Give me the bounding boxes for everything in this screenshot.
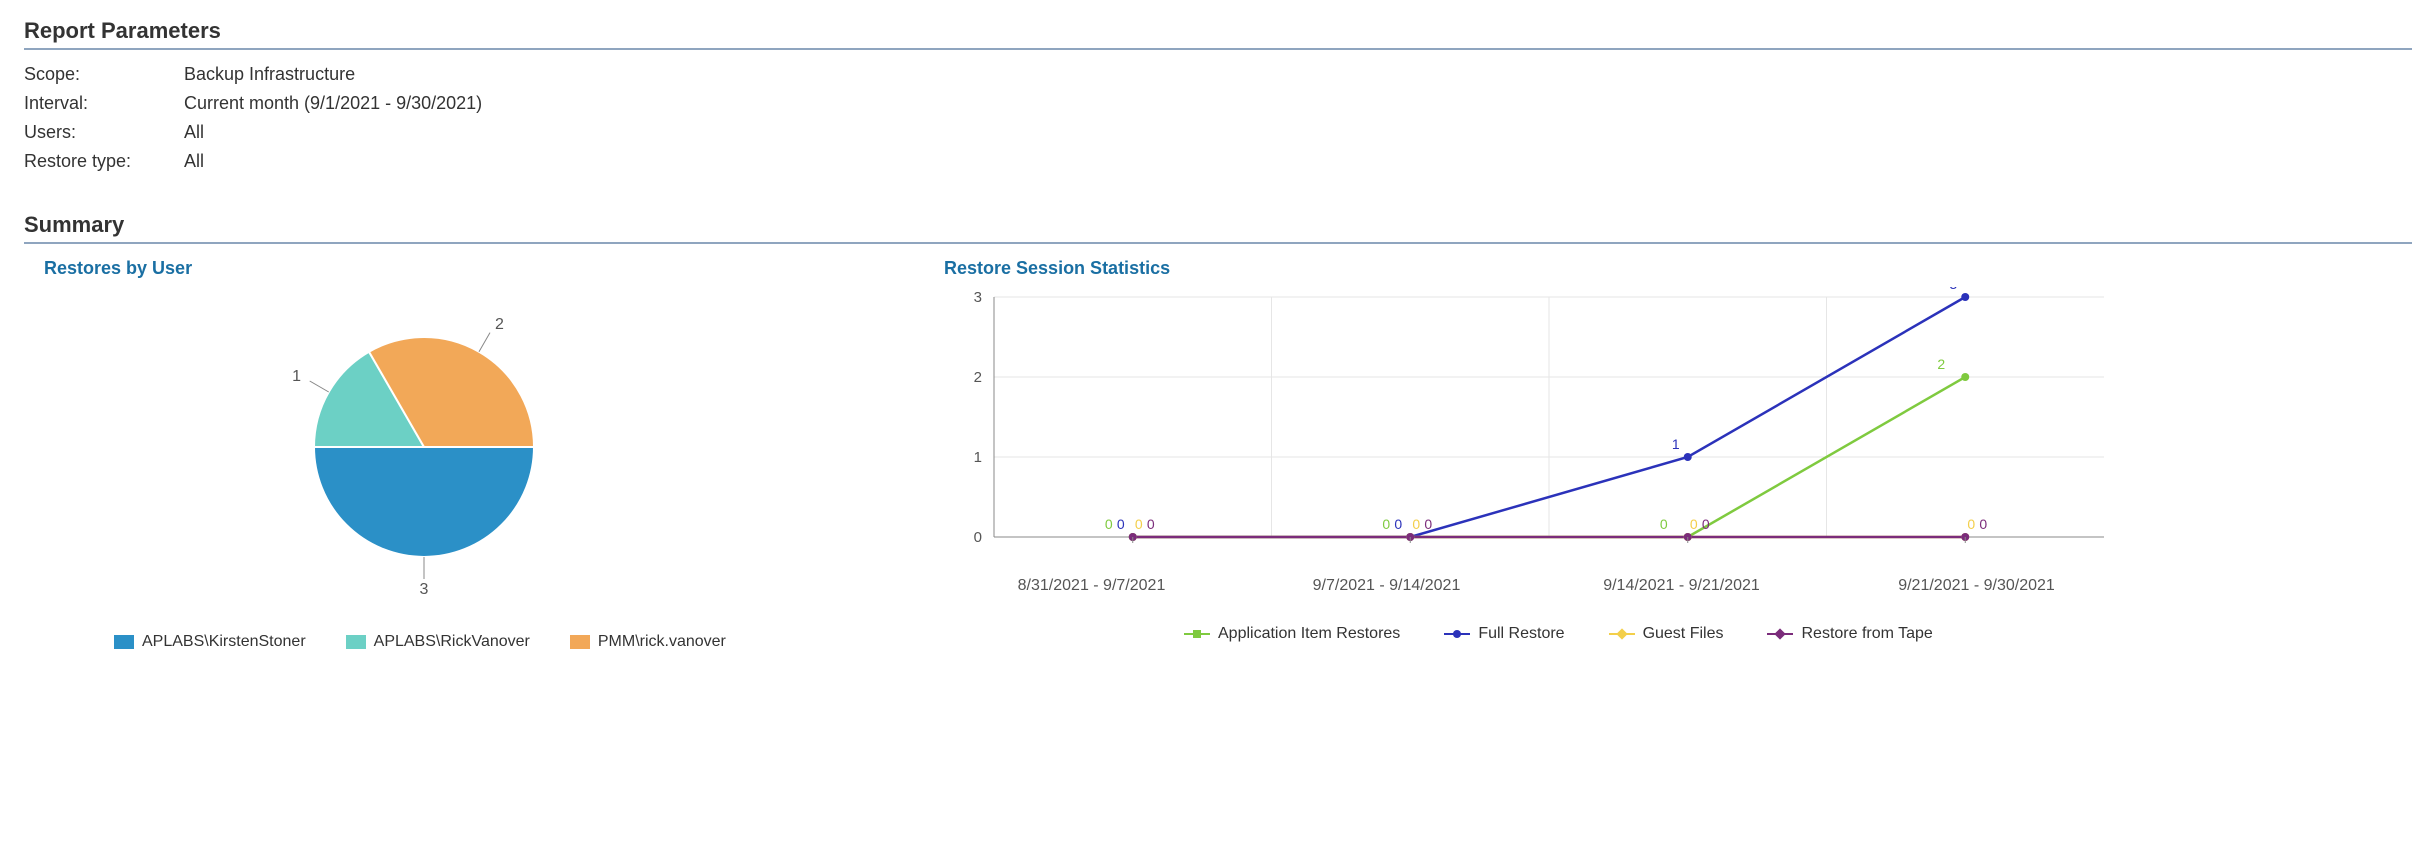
svg-text:0: 0	[1135, 516, 1143, 532]
param-label: Interval:	[24, 93, 184, 114]
svg-text:2: 2	[495, 316, 504, 333]
legend-item: APLABS\KirstenStoner	[114, 633, 306, 651]
svg-text:0: 0	[1979, 516, 1987, 532]
svg-text:1: 1	[974, 449, 982, 466]
param-row: Scope: Backup Infrastructure	[24, 60, 2412, 89]
legend-label: Restore from Tape	[1801, 625, 1932, 643]
param-row: Interval: Current month (9/1/2021 - 9/30…	[24, 89, 2412, 118]
svg-text:0: 0	[1660, 516, 1668, 532]
x-axis-label: 8/31/2021 - 9/7/2021	[944, 567, 1239, 595]
param-value: Current month (9/1/2021 - 9/30/2021)	[184, 93, 482, 114]
legend-label: Guest Files	[1643, 625, 1724, 643]
restores-by-user-title: Restores by User	[24, 258, 924, 287]
legend-swatch	[1184, 627, 1210, 641]
summary-heading: Summary	[24, 206, 2412, 244]
svg-text:2: 2	[1937, 356, 1945, 372]
svg-text:0: 0	[1105, 516, 1113, 532]
svg-text:0: 0	[974, 529, 982, 546]
legend-item: PMM\rick.vanover	[570, 633, 726, 651]
restore-session-stats-title: Restore Session Statistics	[924, 258, 2324, 287]
legend-swatch	[570, 635, 590, 649]
svg-text:3: 3	[974, 289, 982, 306]
legend-item: Guest Files	[1609, 625, 1724, 643]
param-value: Backup Infrastructure	[184, 64, 355, 85]
svg-text:1: 1	[292, 368, 301, 385]
param-row: Users: All	[24, 118, 2412, 147]
legend-label: APLABS\KirstenStoner	[142, 633, 306, 651]
legend-label: Application Item Restores	[1218, 625, 1400, 643]
param-value: All	[184, 122, 204, 143]
svg-text:3: 3	[420, 581, 429, 598]
svg-text:0: 0	[1147, 516, 1155, 532]
report-parameters-block: Scope: Backup Infrastructure Interval: C…	[24, 60, 2412, 176]
svg-text:0: 0	[1382, 516, 1390, 532]
svg-text:0: 0	[1412, 516, 1420, 532]
legend-label: PMM\rick.vanover	[598, 633, 726, 651]
legend-label: APLABS\RickVanover	[374, 633, 530, 651]
legend-swatch	[114, 635, 134, 649]
x-axis-label: 9/7/2021 - 9/14/2021	[1239, 567, 1534, 595]
legend-item: APLABS\RickVanover	[346, 633, 530, 651]
restore-session-stats-legend: Application Item Restores Full Restore G…	[924, 595, 2324, 643]
legend-label: Full Restore	[1478, 625, 1564, 643]
legend-swatch	[1444, 627, 1470, 641]
legend-item: Application Item Restores	[1184, 625, 1400, 643]
param-label: Restore type:	[24, 151, 184, 172]
restores-by-user-panel: Restores by User 1 2 3 APLABS\KirstenStone…	[24, 258, 924, 651]
legend-item: Restore from Tape	[1767, 625, 1932, 643]
svg-text:0: 0	[1967, 516, 1975, 532]
svg-text:0: 0	[1702, 516, 1710, 532]
svg-text:0: 0	[1117, 516, 1125, 532]
legend-swatch	[346, 635, 366, 649]
svg-text:0: 0	[1424, 516, 1432, 532]
line-chart-x-labels: 8/31/2021 - 9/7/2021 9/7/2021 - 9/14/202…	[944, 567, 2124, 595]
legend-swatch	[1767, 627, 1793, 641]
svg-text:3: 3	[1949, 287, 1957, 292]
restores-by-user-legend: APLABS\KirstenStoner APLABS\RickVanover …	[24, 607, 924, 651]
restores-by-user-chart: 1 2 3	[124, 287, 724, 607]
param-value: All	[184, 151, 204, 172]
restore-session-stats-panel: Restore Session Statistics 0123000200130…	[924, 258, 2324, 651]
x-axis-label: 9/14/2021 - 9/21/2021	[1534, 567, 1829, 595]
param-label: Scope:	[24, 64, 184, 85]
svg-text:0: 0	[1394, 516, 1402, 532]
param-row: Restore type: All	[24, 147, 2412, 176]
report-parameters-heading: Report Parameters	[24, 12, 2412, 50]
legend-swatch	[1609, 627, 1635, 641]
restore-session-stats-chart: 01230002001300000000	[944, 287, 2124, 567]
x-axis-label: 9/21/2021 - 9/30/2021	[1829, 567, 2124, 595]
svg-text:0: 0	[1690, 516, 1698, 532]
param-label: Users:	[24, 122, 184, 143]
legend-item: Full Restore	[1444, 625, 1564, 643]
svg-text:2: 2	[974, 369, 982, 386]
svg-text:1: 1	[1672, 436, 1680, 452]
